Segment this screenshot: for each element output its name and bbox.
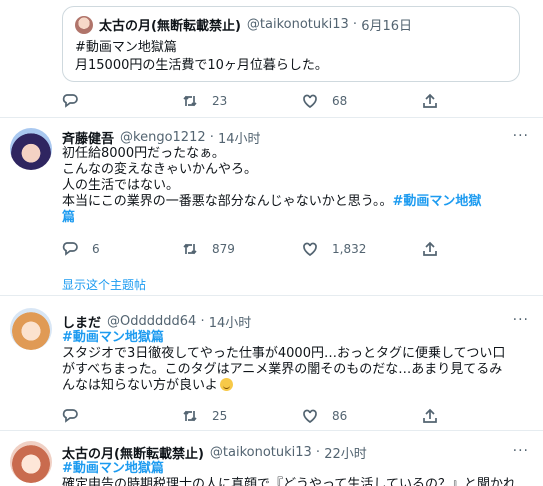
- heart-icon: [303, 94, 317, 109]
- user-handle[interactable]: @kengo1212: [120, 130, 206, 145]
- avatar[interactable]: [75, 15, 93, 34]
- user-handle[interactable]: @Odddddd64: [107, 314, 196, 329]
- reply-button[interactable]: [62, 408, 182, 424]
- avatar[interactable]: [10, 308, 52, 350]
- tweet-quoted[interactable]: 太古の月(無断転載禁止) @taikonotuki13 · 6月16日 #動画マ…: [0, 0, 543, 118]
- tweet[interactable]: しまだ @Odddddd64 · 14小时 ··· #動画マン地獄篇 スタジオで…: [0, 296, 543, 431]
- share-icon: [423, 241, 437, 256]
- hashtag[interactable]: #動画マン地獄篇: [62, 330, 529, 346]
- retweet-button[interactable]: 25: [182, 408, 302, 424]
- like-count: 86: [332, 409, 348, 423]
- tweet-date[interactable]: 6月16日: [361, 15, 412, 34]
- heart-icon: [303, 242, 317, 257]
- share-button[interactable]: [422, 408, 452, 424]
- reply-button[interactable]: [62, 93, 182, 109]
- tweet-text: #動画マン地獄篇 月15000円の生活費で10ヶ月位暮らした。: [75, 39, 328, 73]
- hashtag[interactable]: #動画マン地獄篇: [75, 39, 328, 57]
- heart-icon: [303, 409, 317, 424]
- share-button[interactable]: [422, 241, 452, 257]
- like-button[interactable]: 1,832: [302, 241, 422, 257]
- retweet-button[interactable]: 23: [182, 93, 302, 109]
- share-icon: [423, 93, 437, 108]
- like-count: 1,832: [332, 242, 367, 256]
- retweet-icon: [183, 95, 197, 107]
- more-icon[interactable]: ···: [513, 128, 529, 144]
- retweet-icon: [183, 410, 197, 422]
- share-icon: [423, 408, 437, 423]
- retweet-count: 879: [212, 242, 235, 256]
- hashtag[interactable]: #動画マン地獄篇: [62, 461, 529, 477]
- user-name[interactable]: しまだ: [62, 312, 101, 331]
- more-icon[interactable]: ···: [513, 443, 529, 459]
- tweet[interactable]: 太古の月(無断転載禁止) @taikonotuki13 · 22小时 ··· #…: [0, 431, 543, 486]
- tweet-time[interactable]: 14小时: [218, 128, 261, 147]
- quoted-tweet-card[interactable]: 太古の月(無断転載禁止) @taikonotuki13 · 6月16日 #動画マ…: [62, 6, 520, 82]
- tweet-text: #動画マン地獄篇 確定申告の時期税理士の人に真顔で『どうやって生活しているの？』…: [62, 461, 529, 486]
- user-name[interactable]: 太古の月(無断転載禁止): [99, 15, 241, 34]
- like-button[interactable]: 68: [302, 93, 422, 109]
- retweet-icon: [183, 243, 197, 255]
- avatar[interactable]: [10, 441, 52, 483]
- tweet-text: 初任給8000円だったなぁ。 こんなの変えなきゃいかんやろ。 人の生活ではない。…: [62, 146, 482, 225]
- user-name[interactable]: 斉藤健吾: [62, 128, 114, 147]
- hashtag[interactable]: #動画マン地獄: [392, 194, 481, 209]
- tweet-time[interactable]: 22小时: [324, 443, 367, 462]
- user-handle[interactable]: @taikonotuki13: [247, 17, 349, 32]
- retweet-button[interactable]: 879: [182, 241, 302, 257]
- more-icon[interactable]: ···: [513, 312, 529, 328]
- user-name[interactable]: 太古の月(無断転載禁止): [62, 443, 204, 462]
- like-button[interactable]: 86: [302, 408, 422, 424]
- reply-icon: [62, 242, 78, 256]
- smile-emoji-icon: [219, 378, 233, 391]
- reply-icon: [62, 409, 78, 423]
- user-handle[interactable]: @taikonotuki13: [210, 445, 312, 460]
- retweet-count: 25: [212, 409, 228, 423]
- reply-button[interactable]: 6: [62, 241, 182, 257]
- tweet-text: #動画マン地獄篇 スタジオで3日徹夜してやった仕事が4000円…おっとタグに便乗…: [62, 330, 529, 394]
- reply-count: 6: [92, 242, 100, 256]
- tweet-time[interactable]: 14小时: [209, 312, 252, 331]
- reply-icon: [62, 94, 78, 108]
- retweet-count: 23: [212, 94, 228, 108]
- avatar[interactable]: [10, 128, 52, 170]
- show-thread-link[interactable]: 显示这个主题帖: [62, 276, 146, 293]
- like-count: 68: [332, 94, 348, 108]
- hashtag-continued[interactable]: 篇: [62, 210, 75, 225]
- share-button[interactable]: [422, 93, 452, 109]
- tweet[interactable]: 斉藤健吾 @kengo1212 · 14小时 ··· 初任給8000円だったなぁ…: [0, 118, 543, 296]
